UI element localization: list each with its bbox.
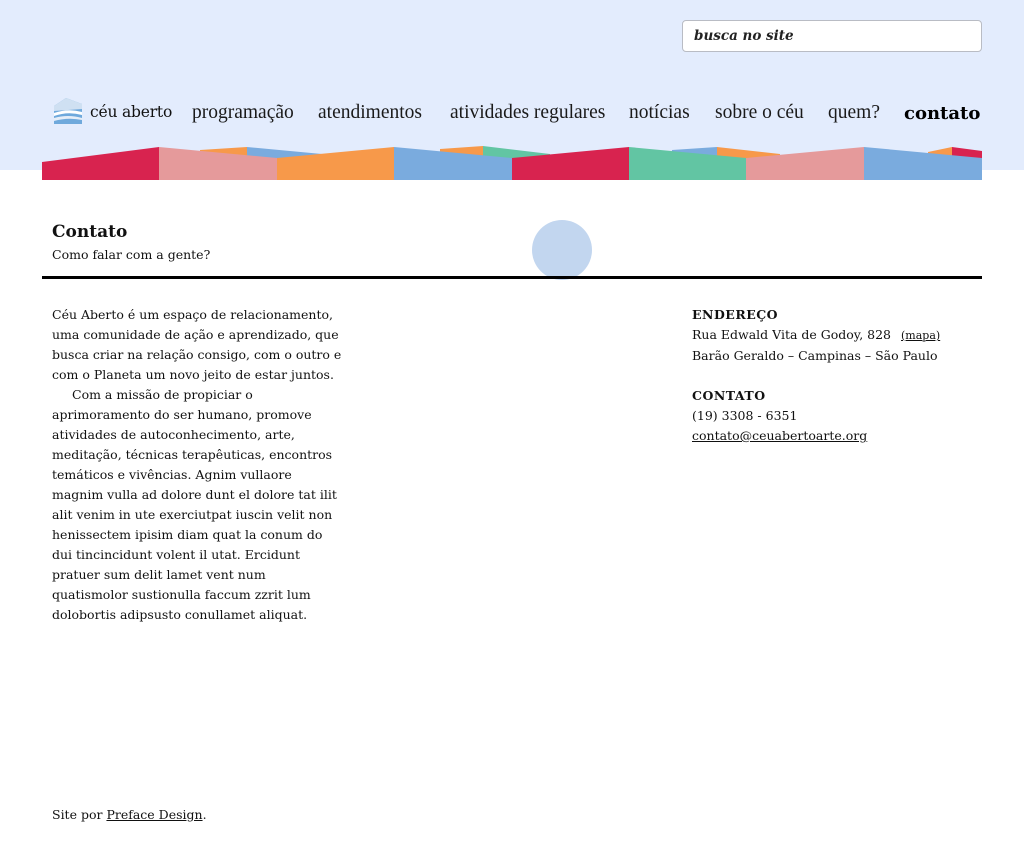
page-subtitle: Como falar com a gente? (52, 247, 211, 262)
intro-paragraph: Céu Aberto é um espaço de relacionamento… (52, 307, 342, 382)
footer-suffix: . (202, 807, 207, 822)
footer-designer-link[interactable]: Preface Design (106, 807, 202, 822)
nav-item-noticias[interactable]: notícias (629, 102, 690, 124)
decorative-circle (532, 220, 592, 280)
nav-item-contato[interactable]: contato (904, 103, 980, 124)
contact-email-link[interactable]: contato@ceuabertoarte.org (692, 428, 867, 443)
intro-paragraph: Com a missão de propiciar o aprimorament… (52, 387, 337, 622)
address-city: Barão Geraldo – Campinas – São Paulo (692, 348, 938, 363)
contact-info: ENDEREÇO Rua Edwald Vita de Godoy, 828 (m… (692, 305, 992, 446)
address-heading: ENDEREÇO (692, 307, 779, 322)
nav-item-quem[interactable]: quem? (828, 102, 880, 124)
map-link[interactable]: (mapa) (901, 329, 940, 342)
footer-prefix: Site por (52, 807, 107, 822)
main-navigation: programação atendimentos atividades regu… (0, 102, 1024, 126)
address-street: Rua Edwald Vita de Godoy, 828 (692, 327, 892, 342)
search-input[interactable] (682, 20, 982, 52)
page-title: Contato (52, 222, 128, 242)
decorative-color-stripe (42, 146, 982, 180)
title-divider (42, 276, 982, 279)
nav-item-atendimentos[interactable]: atendimentos (318, 102, 422, 124)
footer-credit: Site por Preface Design. (52, 805, 207, 825)
contact-heading: CONTATO (692, 388, 766, 403)
nav-item-atividades-regulares[interactable]: atividades regulares (450, 102, 605, 124)
nav-item-sobre-o-ceu[interactable]: sobre o céu (715, 102, 804, 124)
intro-text: Céu Aberto é um espaço de relacionamento… (52, 305, 342, 625)
nav-item-programacao[interactable]: programação (192, 102, 294, 124)
contact-phone: (19) 3308 - 6351 (692, 408, 798, 423)
